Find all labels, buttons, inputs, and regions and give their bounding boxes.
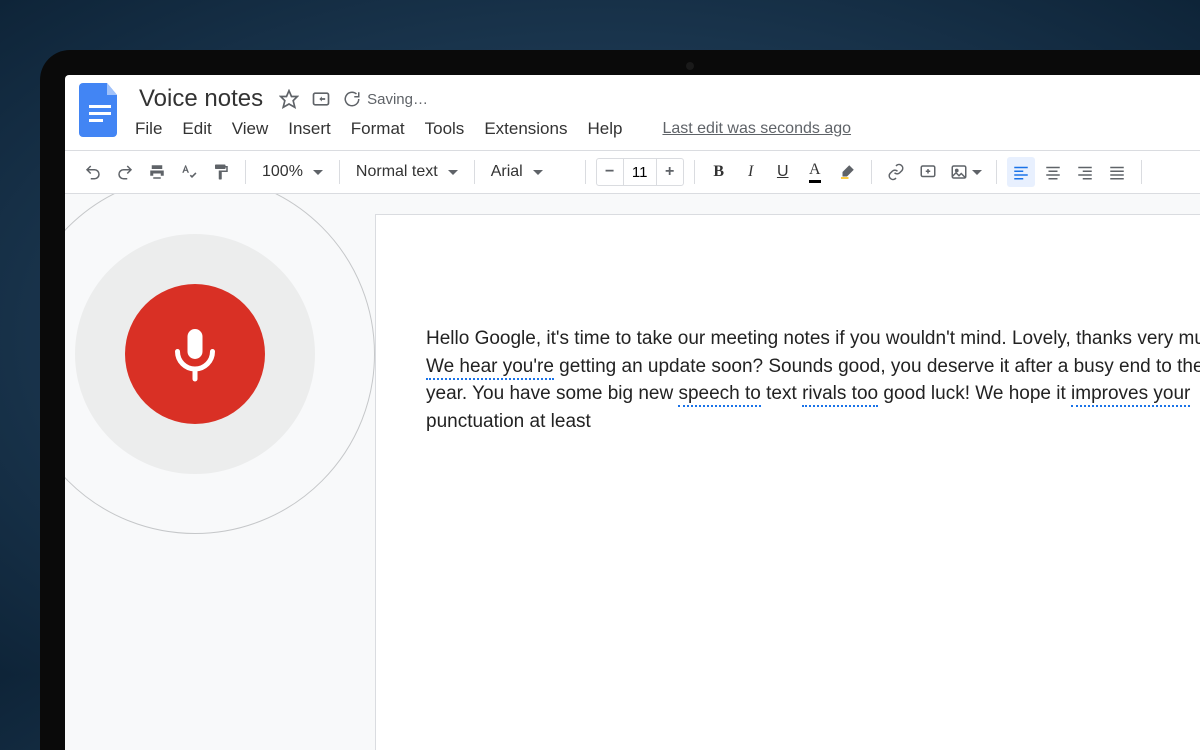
menu-edit[interactable]: Edit: [182, 119, 211, 139]
undo-button[interactable]: [79, 157, 107, 187]
microphone-icon: [165, 324, 225, 384]
align-center-button[interactable]: [1039, 157, 1067, 187]
paint-format-button[interactable]: [207, 157, 235, 187]
app-window: Voice notes Saving… File Edit View: [65, 75, 1200, 750]
redo-button[interactable]: [111, 157, 139, 187]
menu-format[interactable]: Format: [351, 119, 405, 139]
bold-button[interactable]: B: [705, 157, 733, 187]
header: Voice notes Saving… File Edit View: [65, 75, 1200, 142]
zoom-select[interactable]: 100%: [256, 163, 329, 181]
italic-button[interactable]: I: [737, 157, 765, 187]
link-button[interactable]: [882, 157, 910, 187]
align-justify-button[interactable]: [1103, 157, 1131, 187]
menu-insert[interactable]: Insert: [288, 119, 331, 139]
align-right-button[interactable]: [1071, 157, 1099, 187]
spellcheck-button[interactable]: [175, 157, 203, 187]
menu-bar: File Edit View Insert Format Tools Exten…: [135, 119, 1200, 139]
highlight-button[interactable]: [833, 157, 861, 187]
document-body[interactable]: Hello Google, it's time to take our meet…: [426, 325, 1200, 435]
font-size-decrease[interactable]: −: [597, 163, 623, 181]
align-left-button[interactable]: [1007, 157, 1035, 187]
print-button[interactable]: [143, 157, 171, 187]
microphone-button[interactable]: [125, 284, 265, 424]
move-icon[interactable]: [311, 89, 331, 109]
image-button[interactable]: [946, 157, 986, 187]
menu-file[interactable]: File: [135, 119, 162, 139]
menu-tools[interactable]: Tools: [425, 119, 465, 139]
font-size-stepper: − +: [596, 158, 684, 186]
style-select[interactable]: Normal text: [350, 163, 464, 181]
docs-logo-icon[interactable]: [79, 83, 135, 142]
last-edit-link[interactable]: Last edit was seconds ago: [662, 120, 851, 138]
font-size-increase[interactable]: +: [657, 163, 683, 181]
editor-canvas: Hello Google, it's time to take our meet…: [65, 194, 1200, 750]
document-page[interactable]: Hello Google, it's time to take our meet…: [375, 214, 1200, 750]
underline-button[interactable]: U: [769, 157, 797, 187]
text-color-button[interactable]: A: [801, 157, 829, 187]
font-size-input[interactable]: [623, 159, 657, 185]
star-icon[interactable]: [279, 89, 299, 109]
comment-button[interactable]: [914, 157, 942, 187]
voice-typing-widget[interactable]: [65, 194, 375, 534]
font-select[interactable]: Arial: [485, 163, 575, 181]
menu-help[interactable]: Help: [587, 119, 622, 139]
save-status: Saving…: [343, 90, 428, 108]
menu-extensions[interactable]: Extensions: [484, 119, 567, 139]
menu-view[interactable]: View: [232, 119, 269, 139]
toolbar: 100% Normal text Arial − + B I U A: [65, 150, 1200, 194]
document-title[interactable]: Voice notes: [135, 83, 267, 115]
sync-icon: [343, 90, 361, 108]
